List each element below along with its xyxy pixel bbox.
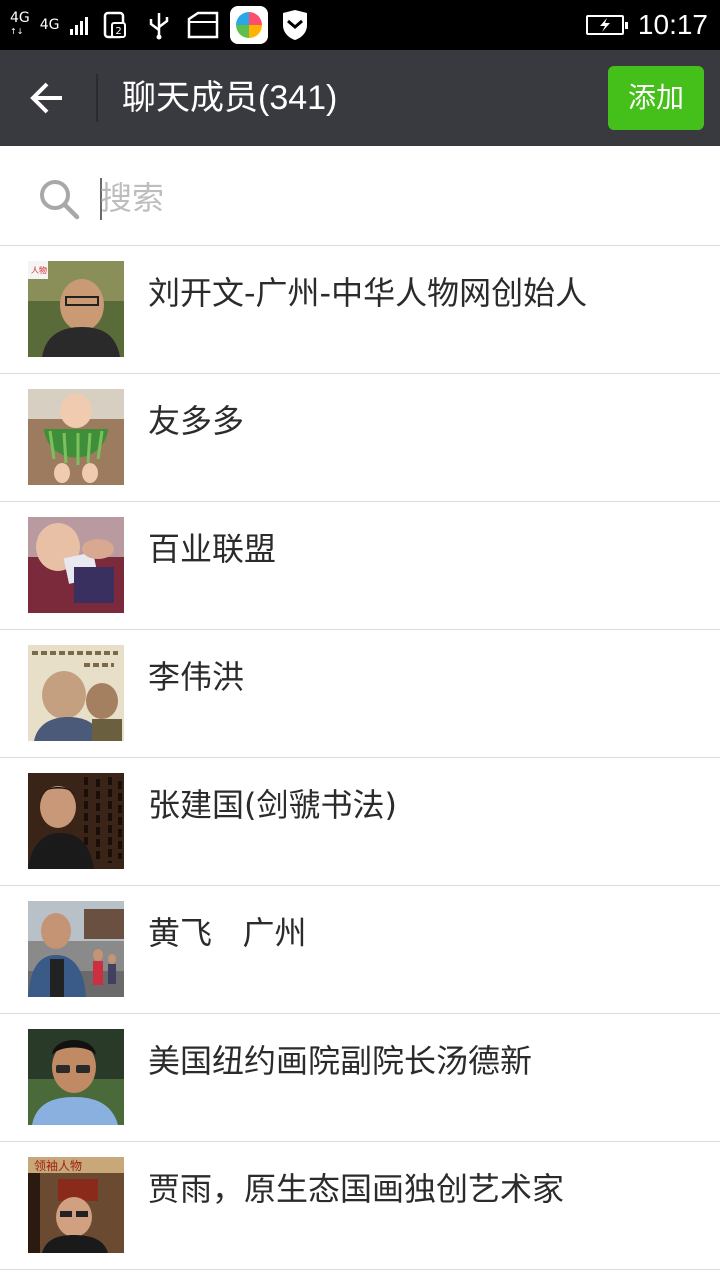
avatar xyxy=(28,645,124,741)
network-indicator-1: 4G ↑↓ xyxy=(10,10,30,36)
member-name: 贾雨，原生态国画独创艺术家 xyxy=(148,1170,565,1208)
avatar: 领袖人物 xyxy=(28,1157,124,1253)
avatar xyxy=(28,517,124,613)
shield-icon xyxy=(278,8,312,42)
avatar: 人物 xyxy=(28,261,124,357)
member-row[interactable]: 黄飞 广州 xyxy=(0,886,720,1014)
page-title: 聊天成员(341) xyxy=(122,79,338,117)
member-name: 黄飞 广州 xyxy=(148,914,307,952)
member-row[interactable]: 领袖人物 贾雨，原生态国画独创艺术家 xyxy=(0,1142,720,1270)
member-row[interactable]: 百业联盟 xyxy=(0,502,720,630)
member-row[interactable]: 人物 刘开文-广州-中华人物网创始人 xyxy=(0,246,720,374)
member-name: 李伟洪 xyxy=(148,658,245,696)
notification-count: 2 xyxy=(115,26,121,37)
network-label: 4G xyxy=(10,10,30,26)
sim-notification-icon: 2 xyxy=(98,8,132,42)
avatar xyxy=(28,773,124,869)
avatar xyxy=(28,901,124,997)
search-bar xyxy=(0,146,720,246)
status-left: 4G ↑↓ 4G 2 xyxy=(10,0,312,50)
member-row[interactable]: 美国纽约画院副院长汤德新 xyxy=(0,1014,720,1142)
search-icon xyxy=(40,180,80,220)
clock: 10:17 xyxy=(637,9,708,40)
app-store-icon xyxy=(229,6,268,44)
member-row[interactable]: 友多多 xyxy=(0,374,720,502)
member-name: 美国纽约画院副院长汤德新 xyxy=(148,1042,533,1080)
member-name: 刘开文-广州-中华人物网创始人 xyxy=(148,274,588,312)
back-arrow-icon xyxy=(30,82,62,114)
folder-icon xyxy=(186,8,220,42)
usb-icon xyxy=(142,8,176,42)
svg-text:领袖人物: 领袖人物 xyxy=(34,1158,82,1173)
search-input[interactable] xyxy=(100,170,660,226)
member-list: 人物 刘开文-广州-中华人物网创始人 友多多 百业联盟 李伟洪 张建国(剑虢书法… xyxy=(0,246,720,1270)
network-indicator-2: 4G xyxy=(40,18,60,32)
battery-charging-icon xyxy=(585,15,628,35)
back-button[interactable] xyxy=(20,70,76,126)
title-divider xyxy=(96,74,98,122)
member-row[interactable]: 张建国(剑虢书法) xyxy=(0,758,720,886)
title-bar: 聊天成员(341) 添加 xyxy=(0,50,720,146)
member-name: 张建国(剑虢书法) xyxy=(148,786,397,824)
member-row[interactable]: 李伟洪 xyxy=(0,630,720,758)
avatar xyxy=(28,389,124,485)
svg-text:人物: 人物 xyxy=(31,265,47,275)
member-name: 友多多 xyxy=(148,402,245,440)
status-bar: 4G ↑↓ 4G 2 10:17 xyxy=(0,0,720,50)
avatar xyxy=(28,1029,124,1125)
add-button[interactable]: 添加 xyxy=(608,66,704,130)
network-label: 4G xyxy=(39,17,60,33)
status-right: 10:17 xyxy=(585,0,708,50)
member-name: 百业联盟 xyxy=(148,530,277,568)
signal-icon xyxy=(69,15,88,35)
